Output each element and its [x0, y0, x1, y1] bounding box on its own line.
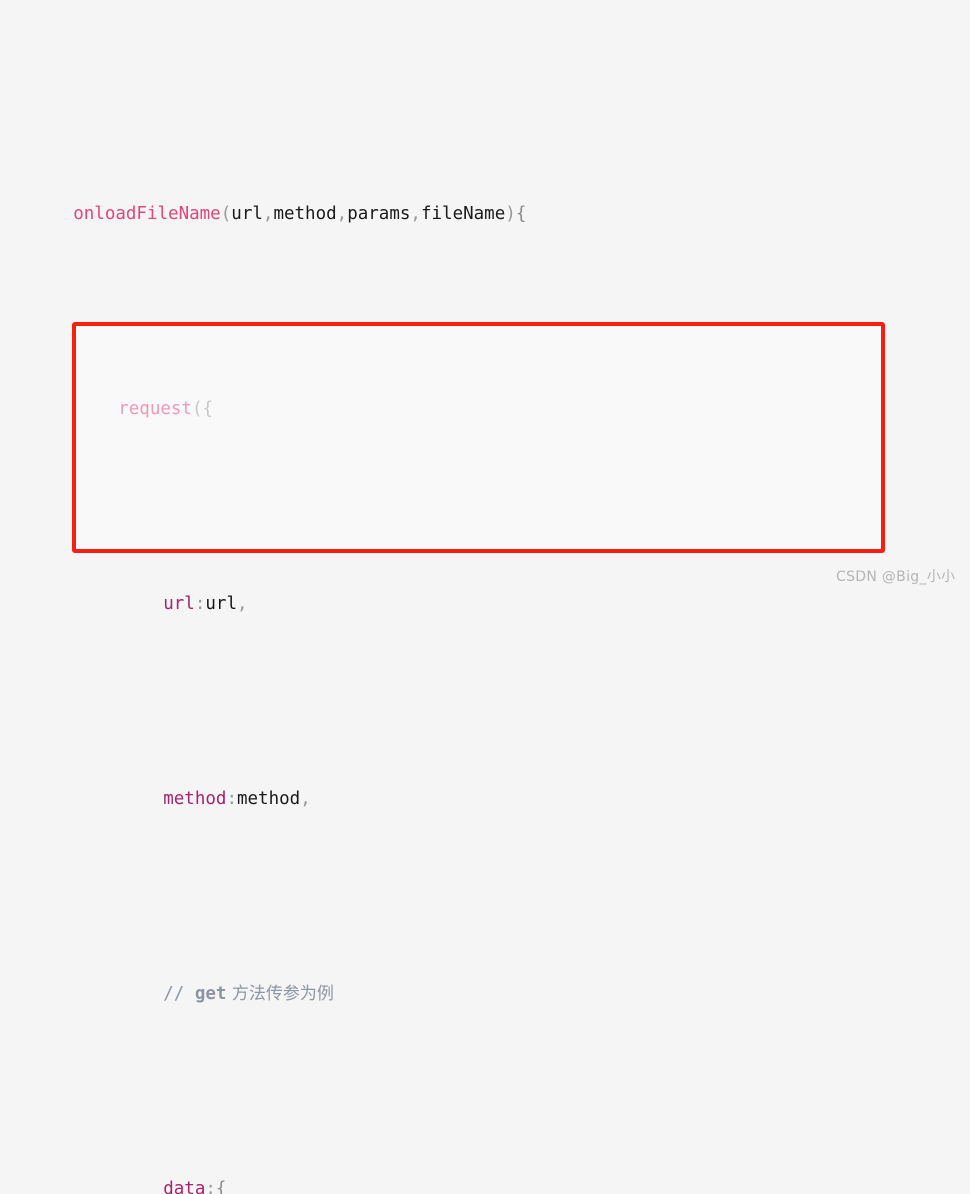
- token-value-url: url: [205, 594, 237, 614]
- screenshot-root: onloadFileName(url,method,params,fileNam…: [0, 0, 970, 1194]
- code-block[interactable]: onloadFileName(url,method,params,fileNam…: [0, 0, 970, 1194]
- code-line: method:method,: [0, 741, 970, 809]
- code-line: // get 方法传参为例: [0, 936, 970, 1004]
- csdn-watermark: CSDN @Big_小小: [836, 569, 956, 585]
- token-comment-get: get: [194, 984, 227, 1004]
- token-comma: ,: [410, 204, 421, 224]
- token-paren-open: (: [220, 204, 232, 224]
- token-value-method: method: [236, 789, 301, 809]
- token-param-method: method: [273, 204, 337, 224]
- code-line: request({: [0, 351, 970, 419]
- token-request-open: ({: [191, 399, 214, 419]
- token-param-filename: fileName: [420, 204, 506, 224]
- token-colon: :: [194, 594, 206, 614]
- token-colon: :: [205, 1179, 216, 1194]
- token-comma: ,: [336, 204, 348, 224]
- token-comma: ,: [300, 789, 311, 809]
- token-paren-close: ): [505, 204, 516, 224]
- token-request-call: request: [118, 399, 192, 419]
- token-colon: :: [226, 789, 237, 809]
- token-brace-open: {: [215, 1179, 227, 1194]
- token-comma: ,: [236, 594, 248, 614]
- token-comma: ,: [262, 204, 274, 224]
- token-key-url: url: [163, 594, 195, 614]
- token-key-method: method: [163, 789, 227, 809]
- token-comment-slashes: //: [163, 984, 195, 1004]
- token-function-name: onloadFileName: [73, 204, 221, 224]
- token-brace-open: {: [515, 204, 527, 224]
- token-key-data: data: [163, 1179, 206, 1194]
- code-line: onloadFileName(url,method,params,fileNam…: [0, 156, 970, 224]
- token-param-params: params: [347, 204, 411, 224]
- code-line: url:url,: [0, 546, 970, 614]
- token-comment-cjk: 方法传参为例: [226, 984, 334, 1004]
- token-param-url: url: [231, 204, 263, 224]
- code-line: data:{: [0, 1131, 970, 1194]
